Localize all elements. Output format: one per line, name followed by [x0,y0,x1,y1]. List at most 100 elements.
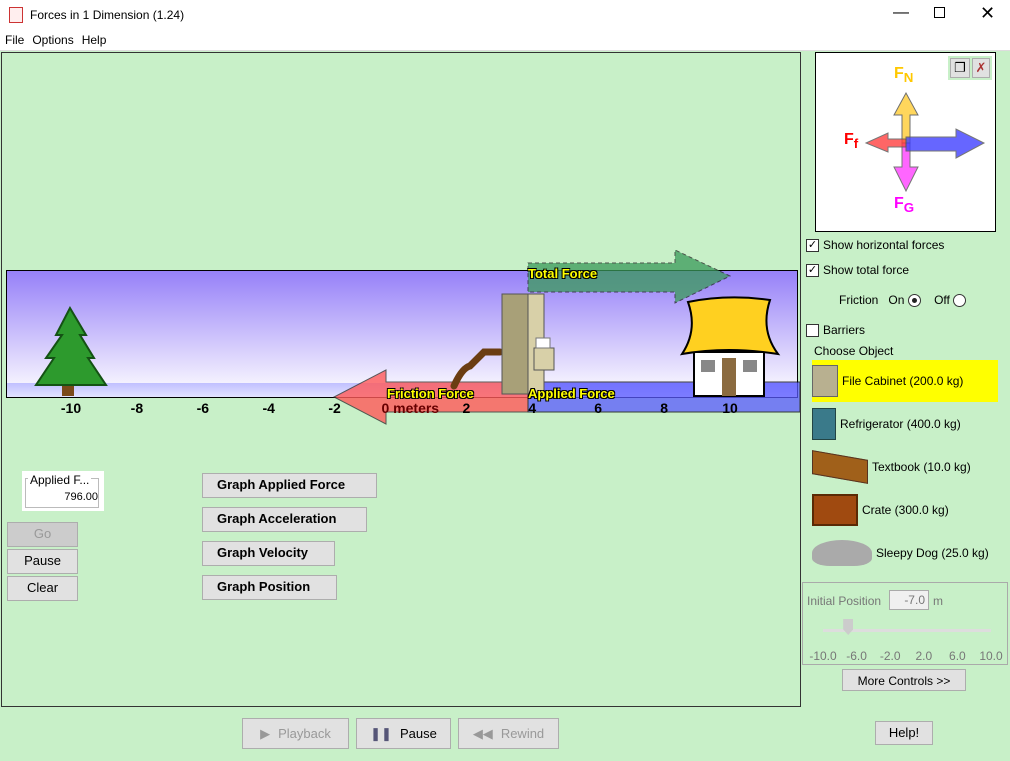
axis-tick-label: 8 [660,400,668,416]
object-refrigerator[interactable]: Refrigerator (400.0 kg) [812,403,998,445]
total-force-label: Total Force [528,266,598,281]
clear-button[interactable]: Clear [7,576,78,601]
slider-tick-label: 6.0 [949,649,966,663]
refrigerator-icon [812,408,836,440]
textbook-icon [812,450,868,484]
slider-tick-label: -6.0 [846,649,867,663]
pause-button[interactable]: Pause [7,549,78,574]
playback-button[interactable]: ▶ Playback [242,718,349,749]
close-button[interactable]: ✕ [980,3,995,24]
initial-position-input[interactable]: -7.0 [889,590,929,610]
checkbox-label: Show total force [823,263,910,277]
menu-bar: File Options Help [0,31,1010,51]
axis-tick-label: 0 meters [381,400,440,416]
axis-tick-label: 2 [462,400,471,416]
pusher-figure [450,348,504,390]
restore-window-icon[interactable]: ❐ [950,58,970,78]
graph-applied-force-button[interactable]: Graph Applied Force [202,473,377,498]
friction-label: Friction [839,293,879,307]
axis-tick-label: -2 [328,400,341,416]
menu-file[interactable]: File [2,31,27,49]
title-bar: Forces in 1 Dimension (1.24) — ✕ [0,0,1010,31]
slider-tick-label: 2.0 [915,649,933,663]
help-button[interactable]: Help! [875,721,933,745]
choose-object-label: Choose Object [814,344,894,358]
friction-force-arrow-fbd [864,132,907,153]
object-label: Refrigerator (400.0 kg) [840,417,961,431]
playback-label: Playback [278,726,331,741]
slider-tick-label: -10.0 [809,649,837,663]
graph-acceleration-button[interactable]: Graph Acceleration [202,507,367,532]
friction-radio-group: Friction On Off [839,293,967,308]
normal-force-label: FN [894,65,914,86]
graph-position-button[interactable]: Graph Position [202,575,337,600]
go-button[interactable]: Go [7,522,78,547]
pause-icon: ❚❚ [370,725,392,741]
friction-off-label: Off [934,293,950,307]
applied-force-input[interactable]: 796.00 [64,491,98,503]
show-total-force-checkbox[interactable]: ✓ Show total force [806,263,910,278]
friction-off-radio[interactable] [953,294,967,308]
slider-tick-label: -2.0 [879,649,901,663]
applied-force-arrow-fbd [905,128,986,159]
rewind-button[interactable]: ◀◀ Rewind [458,718,559,749]
axis-tick-label: 10 [722,400,738,416]
playback-pause-button[interactable]: ❚❚ Pause [356,718,451,749]
friction-on-radio[interactable] [907,294,921,308]
axis-tick-label: -4 [262,400,275,416]
checkbox-label: Barriers [823,323,866,337]
checkbox-label: Show horizontal forces [823,238,945,252]
applied-force-box: Applied F... 796.00 [22,471,104,511]
close-fbd-icon[interactable]: ✗ [972,58,990,78]
show-horizontal-forces-checkbox[interactable]: ✓ Show horizontal forces [806,238,945,253]
position-slider-thumb[interactable] [843,619,854,635]
friction-label: Ff [844,131,859,152]
file-cabinet [501,293,555,395]
barriers-checkbox[interactable]: Barriers [806,323,866,338]
object-label: Crate (300.0 kg) [862,503,949,517]
gravity-label: FG [894,195,915,216]
maximize-button[interactable] [934,7,945,18]
checkbox-icon[interactable] [806,324,819,338]
more-controls-button[interactable]: More Controls >> [842,669,966,691]
object-crate[interactable]: Crate (300.0 kg) [812,489,998,531]
house-icon [679,296,781,397]
initial-position-label: Initial Position [807,594,882,608]
initial-position-panel: Initial Position -7.0 m -10.0 -6.0 -2.0 2.0… [802,582,1008,665]
tree-icon [34,305,108,396]
checkbox-icon[interactable]: ✓ [806,264,819,278]
dog-icon [812,540,872,566]
axis-tick-label: -8 [130,400,144,416]
rewind-label: Rewind [500,726,545,741]
fbd-button-bar: ❐ ✗ [948,56,992,80]
applied-force-label: Applied Force [528,386,615,401]
crate-icon [812,494,858,526]
java-icon [9,7,23,23]
axis-tick-label: -10 [60,400,82,416]
friction-on-label: On [888,293,905,307]
graph-velocity-button[interactable]: Graph Velocity [202,541,335,566]
slider-tick-label: 10.0 [979,649,1003,663]
window-title: Forces in 1 Dimension (1.24) [30,8,185,22]
normal-force-arrow [893,91,919,144]
unit-label: m [933,594,943,608]
applied-force-label: Applied F... [28,473,92,487]
pause-label: Pause [399,726,437,741]
friction-force-label: Friction Force [387,386,474,401]
object-textbook[interactable]: Textbook (10.0 kg) [812,446,998,488]
object-label: Sleepy Dog (25.0 kg) [876,546,989,560]
object-label: Textbook (10.0 kg) [872,460,971,474]
minimize-button[interactable]: — [893,4,909,22]
object-file-cabinet[interactable]: File Cabinet (200.0 kg) [812,360,998,402]
axis-tick-label: 6 [594,400,603,416]
menu-help[interactable]: Help [79,31,110,49]
checkbox-icon[interactable]: ✓ [806,239,819,253]
file-cabinet-icon [812,365,838,397]
axis-tick-label: -6 [196,400,210,416]
rewind-icon: ◀◀ [472,725,493,741]
free-body-diagram: FN Ff FG ❐ ✗ [815,52,996,232]
play-icon: ▶ [260,725,271,741]
object-label: File Cabinet (200.0 kg) [842,374,964,388]
object-sleepy-dog[interactable]: Sleepy Dog (25.0 kg) [812,532,998,574]
menu-options[interactable]: Options [29,31,76,49]
